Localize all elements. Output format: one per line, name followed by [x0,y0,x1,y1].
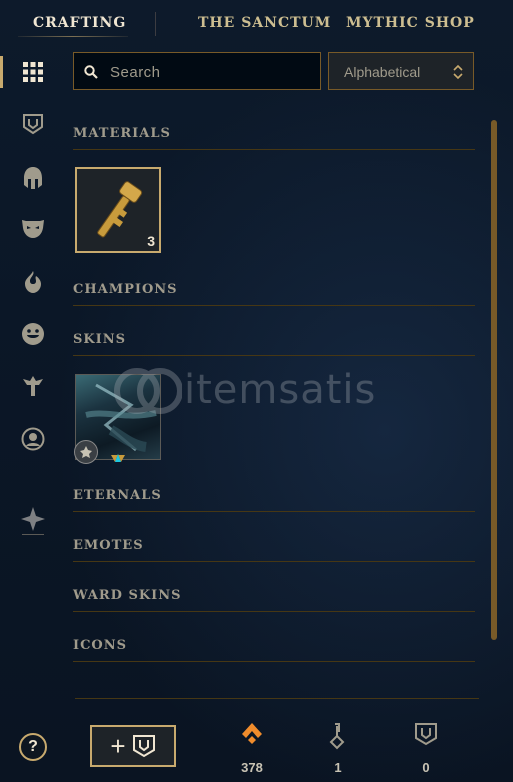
flame-icon[interactable] [19,268,47,296]
section-divider [73,511,475,512]
sort-dropdown[interactable]: Alphabetical [328,52,474,90]
category-rail [0,50,64,535]
material-count: 3 [147,233,155,249]
plus-label: + [110,730,126,761]
updown-chevron-icon [453,64,463,80]
orange-essence-counter: 378 [232,722,272,775]
emote-face-icon[interactable] [19,320,47,348]
section-title-champions: CHAMPIONS [73,282,178,297]
material-tile-key-fragment[interactable]: 3 [75,167,161,253]
watermark-text: itemsatis [184,367,377,413]
help-button[interactable]: ? [19,733,47,761]
key-icon [329,723,345,750]
section-title-emotes: EMOTES [73,538,144,553]
tab-crafting[interactable]: CRAFTING [33,15,126,31]
section-title-ward-skins: WARD SKINS [73,588,182,603]
sparkle-icon[interactable] [19,505,47,533]
sort-selected-value: Alphabetical [344,64,421,80]
chest-icon[interactable] [19,110,47,138]
champion-badge-icon [74,440,98,464]
profile-icon[interactable] [19,425,47,453]
grid-icon[interactable] [19,58,47,86]
chest-value: 0 [422,760,430,775]
helmet-icon[interactable] [19,164,47,192]
top-nav: CRAFTING THE SANCTUM MYTHIC SHOP [0,0,513,46]
section-title-materials: MATERIALS [73,126,171,141]
orange-essence-value: 378 [241,760,263,775]
section-title-icons: ICONS [73,638,128,653]
key-value: 1 [334,760,342,775]
tab-mythic-shop[interactable]: MYTHIC SHOP [346,15,475,31]
section-divider [73,661,475,662]
chest-counter: 0 [406,722,446,775]
scrollbar-thumb[interactable] [491,120,497,640]
chest-icon [132,735,155,758]
search-box[interactable] [73,52,321,90]
ward-icon[interactable] [19,372,47,400]
section-divider [73,561,475,562]
rarity-gem-icon [111,454,125,462]
active-tab-underline [18,36,128,37]
tab-the-sanctum[interactable]: THE SANCTUM [198,15,331,31]
key-counter: 1 [318,722,358,775]
rail-active-indicator [0,56,3,88]
add-chest-button[interactable]: + [90,725,176,767]
footer-divider [75,698,479,699]
chest-icon [415,723,437,746]
section-title-eternals: ETERNALS [73,488,162,503]
search-icon [84,65,98,79]
orange-essence-icon [242,723,262,744]
section-divider [73,305,475,306]
section-divider [73,611,475,612]
rail-divider [22,534,44,535]
section-divider [73,355,475,356]
mask-icon[interactable] [19,214,47,242]
search-input[interactable] [108,61,312,83]
section-divider [73,149,475,150]
watermark-logo: itemsatis [112,367,412,417]
section-title-skins: SKINS [73,332,127,347]
nav-divider [155,12,156,36]
